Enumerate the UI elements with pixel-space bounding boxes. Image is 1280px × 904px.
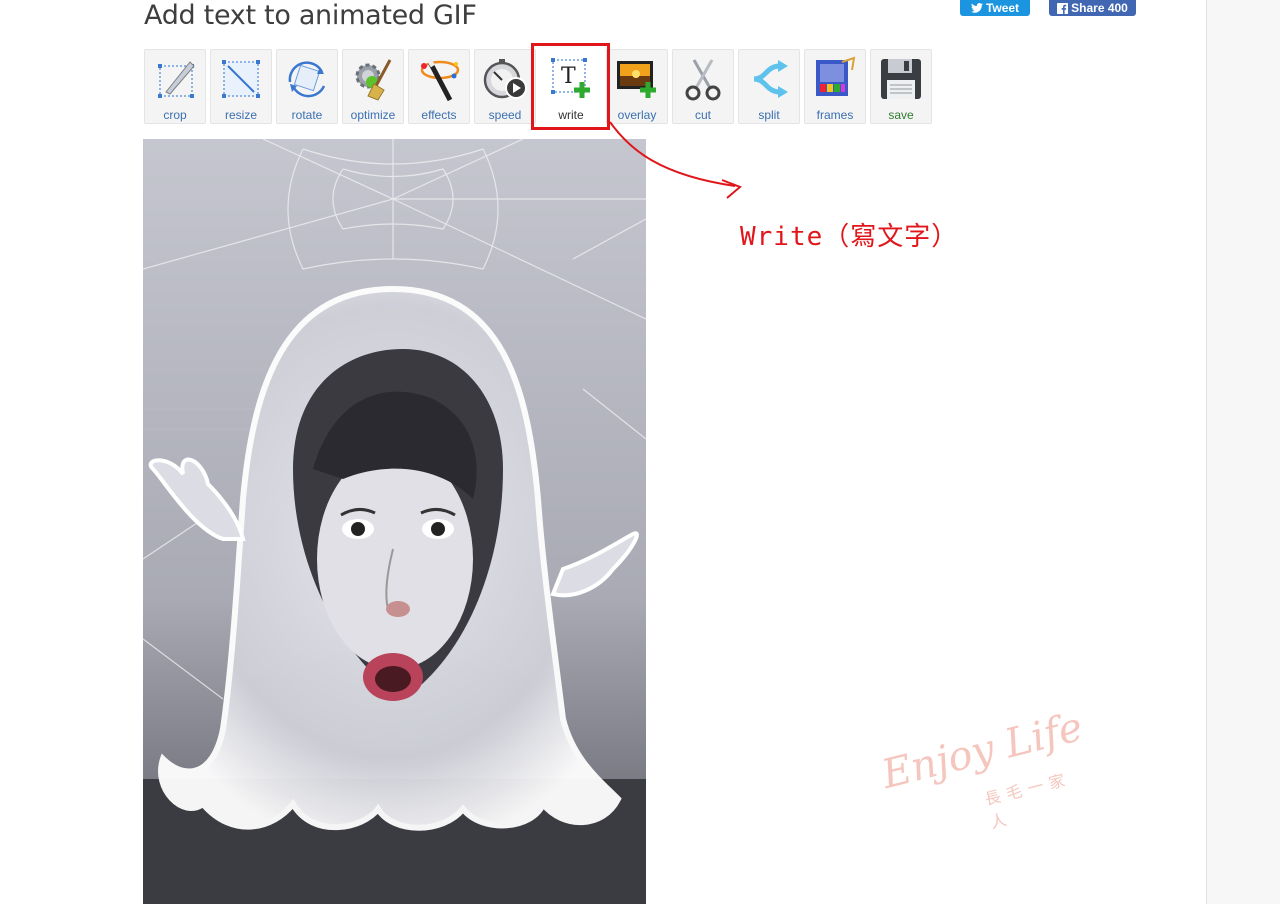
tool-label: split — [758, 108, 780, 122]
frames-icon — [816, 56, 856, 96]
tool-cut[interactable]: cut — [672, 49, 734, 124]
optimize-icon — [355, 59, 392, 101]
overlay-icon — [617, 61, 656, 98]
effects-icon — [420, 58, 460, 102]
share-label: Share 400 — [1071, 1, 1128, 15]
resize-icon — [222, 60, 260, 98]
tool-label: effects — [421, 108, 457, 122]
twitter-icon — [970, 3, 983, 13]
page-title: Add text to animated GIF — [144, 0, 477, 31]
right-sidebar-gutter — [1206, 0, 1280, 904]
tool-label: frames — [816, 108, 854, 122]
gif-preview-image — [143, 139, 646, 904]
facebook-share-button[interactable]: Share 400 — [1049, 0, 1136, 16]
tool-crop[interactable]: crop — [144, 49, 206, 124]
tool-optimize[interactable]: optimize — [342, 49, 404, 124]
tool-label: resize — [224, 108, 257, 122]
floppy-disk-icon — [881, 59, 921, 99]
tool-speed[interactable]: speed — [474, 49, 536, 124]
tool-label: rotate — [291, 108, 323, 122]
watermark-sub-text: 長毛一家人 — [983, 771, 1073, 833]
tool-effects[interactable]: effects — [408, 49, 470, 124]
annotation-label: Write（寫文字） — [740, 222, 959, 252]
rotate-icon — [288, 61, 326, 98]
tool-rotate[interactable]: rotate — [276, 49, 338, 124]
facebook-icon — [1057, 2, 1069, 14]
tool-split[interactable]: split — [738, 49, 800, 124]
speed-icon — [483, 59, 527, 99]
tool-label: optimize — [350, 108, 396, 122]
tool-label: save — [888, 108, 914, 122]
crop-icon — [158, 61, 195, 98]
split-icon — [753, 60, 788, 98]
tool-frames[interactable]: frames — [804, 49, 866, 124]
write-tool-highlight — [531, 43, 610, 130]
tool-label: crop — [163, 108, 187, 122]
scissors-icon — [685, 59, 721, 101]
tweet-button[interactable]: Tweet — [960, 0, 1030, 16]
tweet-label: Tweet — [985, 1, 1020, 15]
tool-resize[interactable]: resize — [210, 49, 272, 124]
tool-save[interactable]: save — [870, 49, 932, 124]
annotation-arrow — [609, 121, 742, 199]
watermark: Enjoy Life 長毛一家人 — [877, 704, 1087, 832]
tool-overlay[interactable]: overlay — [606, 49, 668, 124]
tool-label: speed — [488, 108, 522, 122]
